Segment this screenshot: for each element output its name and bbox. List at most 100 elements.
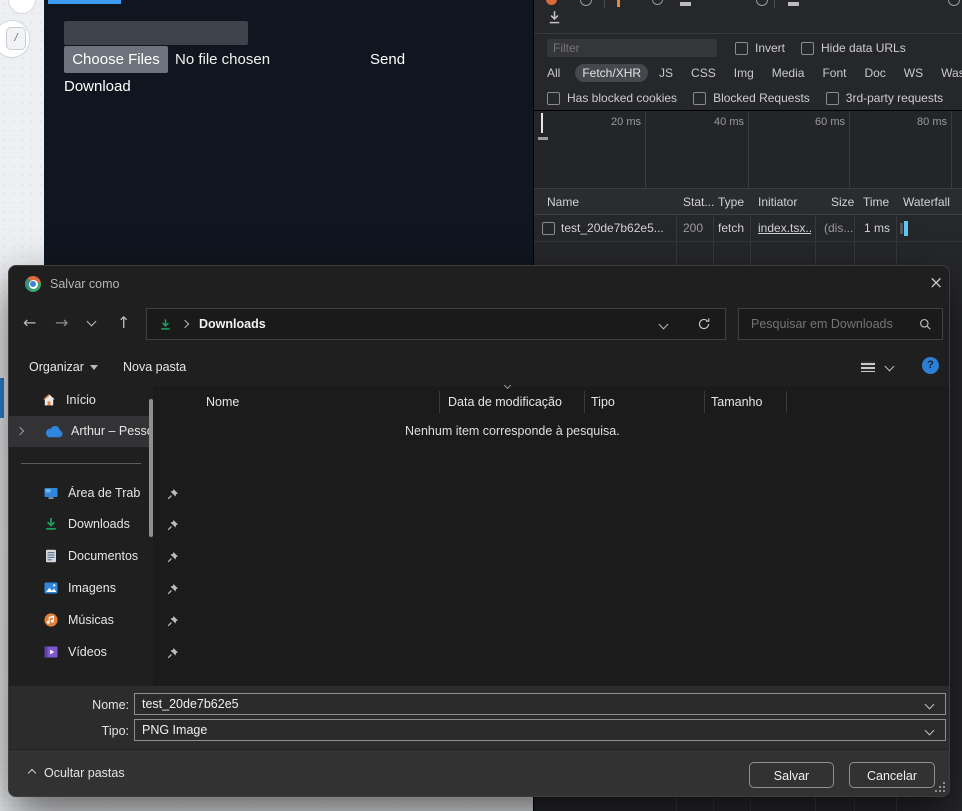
settings-gear-icon[interactable] — [948, 0, 960, 6]
sidebar-item-music[interactable]: Músicas — [43, 612, 151, 628]
close-icon[interactable]: × — [929, 273, 943, 293]
save-button[interactable]: Salvar — [749, 762, 834, 788]
refresh-icon[interactable] — [697, 317, 711, 331]
has-blocked-cookies-label: Has blocked cookies — [567, 91, 677, 105]
chip-fetch-xhr[interactable]: Fetch/XHR — [575, 64, 648, 82]
organize-button[interactable]: Organizar — [29, 360, 98, 374]
search-magnifier-icon[interactable] — [919, 318, 932, 331]
sidebar-item-pictures[interactable]: Imagens — [43, 580, 151, 596]
send-button[interactable]: Send — [370, 51, 405, 68]
pin-icon — [167, 615, 179, 630]
filter-funnel-icon[interactable] — [617, 0, 620, 7]
filetype-select[interactable]: PNG Image — [134, 719, 946, 741]
hide-folders-button[interactable]: Ocultar pastas — [29, 766, 125, 780]
filename-field[interactable] — [134, 693, 946, 715]
address-bar[interactable]: Downloads — [146, 308, 726, 340]
column-header-size[interactable]: Size — [831, 189, 854, 216]
third-party-checkbox[interactable] — [826, 92, 839, 105]
search-icon[interactable] — [652, 0, 663, 5]
blocked-requests-label: Blocked Requests — [713, 91, 810, 105]
blocked-requests-checkbox[interactable] — [693, 92, 706, 105]
cancel-button[interactable]: Cancelar — [849, 762, 935, 788]
view-dropdown-chevron[interactable] — [885, 362, 895, 372]
filetype-dropdown-chevron[interactable] — [925, 725, 935, 735]
back-button[interactable]: ← — [23, 313, 36, 332]
recent-locations-chevron[interactable] — [87, 317, 97, 327]
timeline-handle[interactable] — [538, 137, 548, 140]
chip-ws[interactable]: WS — [897, 64, 930, 82]
column-header-tipo[interactable]: Tipo — [591, 395, 615, 409]
chip-img[interactable]: Img — [727, 64, 761, 82]
sidebar-item-desktop[interactable]: Área de Trab — [43, 485, 151, 501]
import-har-icon[interactable] — [546, 9, 563, 29]
column-header-data[interactable]: Data de modificação — [448, 395, 562, 409]
search-box[interactable] — [738, 308, 943, 340]
column-header-type[interactable]: Type — [718, 189, 744, 216]
pictures-icon — [43, 580, 59, 596]
slash-key-hint: / — [6, 27, 26, 50]
hide-data-urls-checkbox[interactable] — [801, 42, 814, 55]
sidebar-item-home[interactable]: Início — [41, 392, 96, 408]
chip-all[interactable]: All — [547, 64, 567, 82]
shortcut-pill[interactable]: / — [0, 20, 30, 58]
desktop-label: Área de Trab — [68, 486, 140, 500]
filename-dropdown-chevron[interactable] — [925, 699, 935, 709]
column-header-tamanho[interactable]: Tamanho — [711, 395, 762, 409]
request-initiator-link[interactable]: index.tsx... — [758, 215, 811, 241]
sidebar-item-videos[interactable]: Vídeos — [43, 644, 151, 660]
organize-label: Organizar — [29, 360, 84, 374]
up-button[interactable]: ↑ — [117, 313, 130, 332]
chip-media[interactable]: Media — [765, 64, 812, 82]
help-icon[interactable]: ? — [922, 357, 939, 374]
sidebar-item-documents[interactable]: Documentos — [43, 548, 151, 564]
onedrive-cloud-icon — [45, 425, 64, 438]
dialog-titlebar[interactable]: Salvar como × — [9, 266, 949, 302]
sidebar-item-downloads[interactable]: Downloads — [43, 516, 151, 532]
column-header-nome[interactable]: Nome — [206, 395, 239, 409]
save-as-dialog: Salvar como × ← → ↑ Downloads O — [8, 265, 950, 797]
downloads-label: Downloads — [68, 517, 130, 531]
record-icon[interactable] — [546, 0, 557, 5]
videos-label: Vídeos — [68, 645, 107, 659]
filetype-label: Tipo: — [69, 724, 129, 738]
chip-wasm[interactable]: Wasm — [934, 64, 962, 82]
column-header-time[interactable]: Time — [863, 189, 889, 216]
request-row[interactable]: test_20de7b62e5... 200 fetch index.tsx..… — [534, 215, 962, 242]
resize-grip[interactable] — [935, 790, 937, 792]
download-link[interactable]: Download — [64, 78, 131, 95]
sidebar-item-onedrive[interactable]: Arthur – Pessoal — [9, 416, 153, 447]
network-timeline[interactable]: 20 ms 40 ms 60 ms 80 ms — [534, 111, 962, 188]
network-filter-input[interactable] — [547, 39, 717, 57]
chip-doc[interactable]: Doc — [857, 64, 892, 82]
chip-css[interactable]: CSS — [684, 64, 723, 82]
toolbar-icon[interactable] — [788, 2, 799, 6]
chip-js[interactable]: JS — [652, 64, 680, 82]
filename-input[interactable] — [135, 697, 926, 711]
column-header-status[interactable]: Stat... — [683, 189, 714, 216]
search-input[interactable] — [749, 316, 903, 332]
gear-icon[interactable] — [756, 0, 768, 6]
breadcrumb-location[interactable]: Downloads — [199, 317, 266, 331]
request-checkbox[interactable] — [542, 222, 555, 235]
header-divider — [584, 391, 585, 413]
chevron-up-icon — [28, 769, 36, 777]
toolbar-icon[interactable] — [680, 2, 691, 6]
chip-font[interactable]: Font — [815, 64, 853, 82]
column-header-initiator[interactable]: Initiator — [758, 189, 797, 216]
address-dropdown-chevron[interactable] — [659, 319, 669, 329]
column-header-name[interactable]: Name — [547, 189, 579, 216]
has-blocked-cookies-checkbox[interactable] — [547, 92, 560, 105]
sidebar-scrollbar[interactable] — [149, 399, 153, 537]
view-list-icon[interactable] — [859, 359, 877, 374]
column-header-waterfall[interactable]: Waterfall — [903, 189, 950, 216]
sidebar-separator — [21, 463, 141, 464]
invert-checkbox[interactable] — [735, 42, 748, 55]
choose-files-button[interactable]: Choose Files — [64, 46, 168, 73]
expand-chevron-icon[interactable] — [16, 427, 24, 435]
forward-button[interactable]: → — [55, 313, 68, 332]
clear-icon[interactable] — [580, 0, 592, 6]
documents-label: Documentos — [68, 549, 138, 563]
chrome-logo-icon — [25, 276, 41, 292]
text-input[interactable] — [64, 21, 248, 45]
new-folder-button[interactable]: Nova pasta — [123, 360, 186, 374]
